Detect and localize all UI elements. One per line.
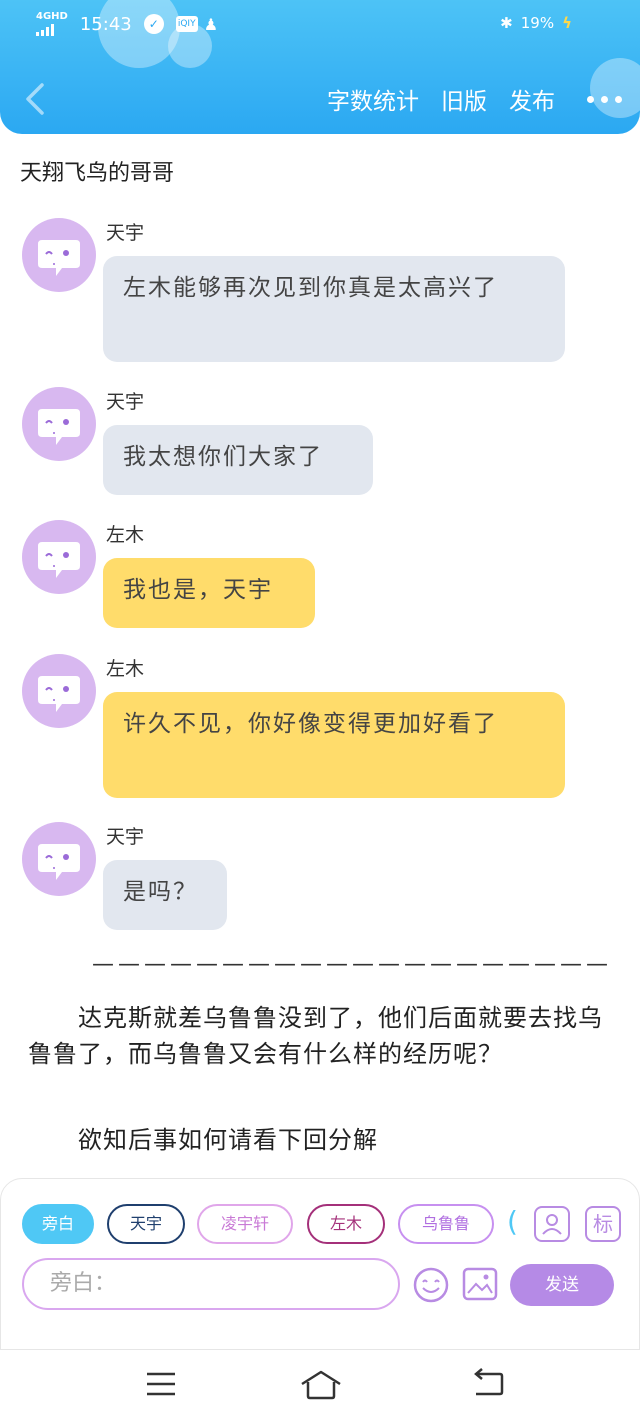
role-chip-zuomu[interactable]: 左木	[307, 1204, 385, 1244]
chat-bubble-face-icon	[38, 240, 80, 276]
app-header: 4GHD 15:43 ✓ iQIY ♟ ✱ 19% ϟ 字数统计 旧版 发布	[0, 0, 640, 134]
avatar[interactable]	[22, 822, 96, 896]
message-bubble[interactable]: 我太想你们大家了	[103, 425, 373, 495]
role-chip-wululu[interactable]: 乌鲁鲁	[398, 1204, 494, 1244]
narration-paragraph[interactable]: 达克斯就差乌鲁鲁没到了，他们后面就要去找乌鲁鲁了，而乌鲁鲁又会有什么样的经历呢？	[28, 1000, 618, 1072]
narration-paragraph[interactable]: 欲知后事如何请看下回分解	[28, 1122, 618, 1158]
story-title: 天翔飞鸟的哥哥	[20, 161, 175, 186]
emoji-icon[interactable]	[412, 1266, 450, 1304]
chevron-left-icon[interactable]	[22, 82, 48, 116]
speaker-name: 天宇	[106, 222, 145, 244]
word-count-button[interactable]: 字数统计	[327, 82, 419, 116]
chat-bubble-face-icon	[38, 844, 80, 880]
avatar[interactable]	[22, 520, 96, 594]
speaker-name: 天宇	[106, 826, 145, 848]
chat-bubble-face-icon	[38, 409, 80, 445]
header-actions: 字数统计 旧版 发布	[327, 82, 622, 116]
chat-bubble-face-icon	[38, 542, 80, 578]
message-bubble[interactable]: 许久不见，你好像变得更加好看了	[103, 692, 565, 798]
home-icon[interactable]	[298, 1368, 344, 1402]
signal-icon	[36, 22, 54, 36]
charging-icon: ϟ	[562, 14, 572, 32]
tag-label: 标	[593, 1212, 613, 1236]
app-notification-icon: iQIY	[175, 16, 198, 32]
menu-icon[interactable]	[144, 1368, 178, 1400]
back-icon[interactable]	[470, 1368, 506, 1400]
more-dots-icon[interactable]	[577, 95, 622, 103]
bluetooth-icon: ✱	[500, 14, 513, 32]
status-bar: 4GHD 15:43 ✓ iQIY ♟ ✱ 19% ϟ	[0, 8, 640, 40]
chat-bubble-face-icon	[38, 676, 80, 712]
message-bubble[interactable]: 我也是，天宇	[103, 558, 315, 628]
role-chip-partial[interactable]: (	[507, 1202, 518, 1242]
role-chip-narrator[interactable]: 旁白	[22, 1204, 94, 1244]
send-button[interactable]: 发送	[510, 1264, 614, 1306]
qq-icon: ♟	[203, 14, 219, 34]
speaker-name: 左木	[106, 524, 145, 546]
role-chip-tianyu[interactable]: 天宇	[107, 1204, 185, 1244]
image-icon[interactable]	[462, 1266, 498, 1302]
notification-icon: ✓	[143, 14, 164, 34]
dialogue-input[interactable]: 旁白：	[22, 1258, 400, 1310]
network-type: 4GHD	[36, 11, 68, 22]
publish-button[interactable]: 发布	[509, 82, 555, 116]
old-version-button[interactable]: 旧版	[441, 82, 487, 116]
battery-level: 19%	[520, 14, 555, 32]
tag-button[interactable]: 标	[585, 1206, 621, 1242]
avatar[interactable]	[22, 387, 96, 461]
character-manage-icon[interactable]	[534, 1206, 570, 1242]
status-time: 15:43	[79, 13, 132, 35]
avatar[interactable]	[22, 218, 96, 292]
message-bubble[interactable]: 左木能够再次见到你真是太高兴了	[103, 256, 565, 362]
role-chip-lingyuxuan[interactable]: 凌宇轩	[197, 1204, 293, 1244]
speaker-name: 左木	[106, 658, 145, 680]
speaker-name: 天宇	[106, 391, 145, 413]
section-divider: ————————————————————	[92, 952, 612, 977]
system-navigation-bar	[0, 1350, 640, 1422]
message-bubble[interactable]: 是吗？	[103, 860, 227, 930]
avatar[interactable]	[22, 654, 96, 728]
